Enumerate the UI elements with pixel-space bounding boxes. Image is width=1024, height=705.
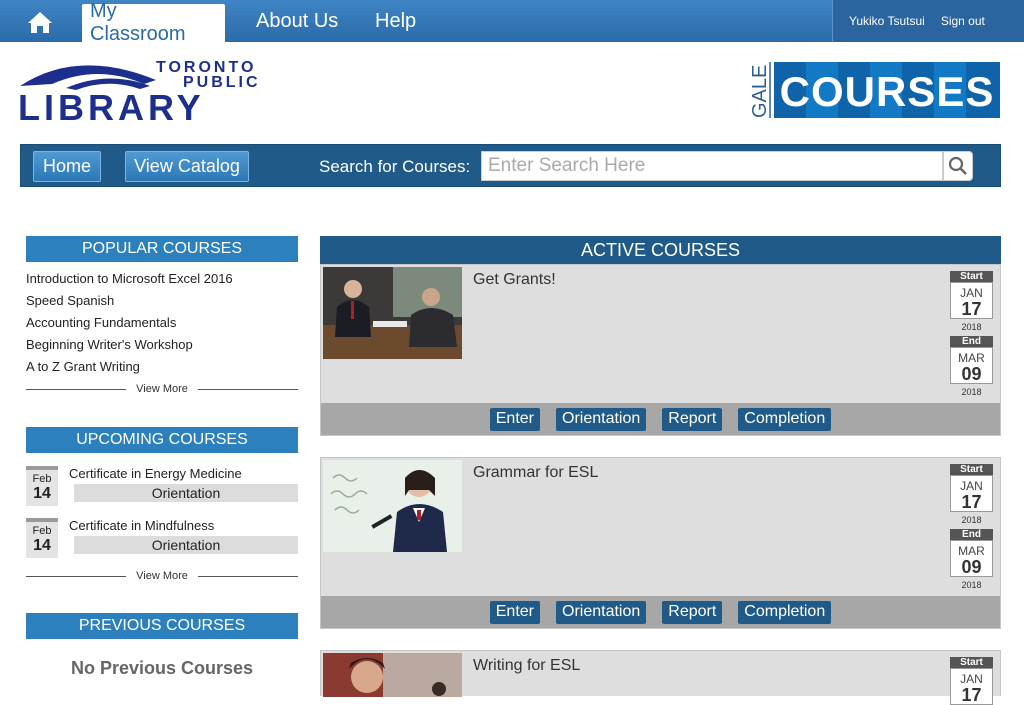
report-button[interactable]: Report — [662, 407, 723, 431]
course-card: Grammar for ESL Start JAN 17 2018 End MAR… — [320, 457, 1001, 629]
no-previous-courses: No Previous Courses — [70, 658, 254, 678]
popular-courses-header: POPULAR COURSES — [26, 236, 298, 262]
search-icon — [948, 156, 967, 175]
course-title[interactable]: Grammar for ESL — [473, 464, 598, 482]
course-thumbnail — [323, 653, 462, 697]
popular-courses-list: Introduction to Microsoft Excel 2016 Spe… — [26, 268, 298, 378]
active-courses-header: ACTIVE COURSES — [320, 236, 1001, 264]
tab-about-us[interactable]: About Us — [248, 0, 346, 42]
upcoming-date: Feb 14 — [26, 518, 58, 558]
course-card: Get Grants! Start JAN 17 2018 End MAR 09 2… — [320, 264, 1001, 436]
home-icon[interactable] — [18, 7, 62, 37]
course-actions: Enter Orientation Report Completion — [321, 596, 1000, 628]
course-navbar: Home View Catalog Search for Courses: — [20, 144, 1001, 187]
logo-text-gale: GALE — [749, 65, 771, 118]
home-button[interactable]: Home — [33, 151, 101, 182]
logo-text-courses: COURSES — [780, 68, 995, 115]
upcoming-item: Feb 14 Certificate in Mindfulness Orient… — [26, 518, 298, 562]
search-label: Search for Courses: — [319, 157, 471, 176]
end-date-box: End MAR 09 2018 — [950, 336, 993, 397]
enter-button[interactable]: Enter — [489, 600, 540, 624]
upcoming-courses-header: UPCOMING COURSES — [26, 427, 298, 453]
view-more-link[interactable]: View More — [126, 383, 198, 395]
start-date-box: Start JAN 17 — [950, 657, 993, 705]
end-date-box: End MAR 09 2018 — [950, 529, 993, 590]
list-item[interactable]: A to Z Grant Writing — [26, 356, 298, 378]
view-more-link[interactable]: View More — [126, 570, 198, 582]
start-date-box: Start JAN 17 2018 — [950, 464, 993, 525]
list-item[interactable]: Accounting Fundamentals — [26, 312, 298, 334]
completion-button[interactable]: Completion — [738, 600, 832, 624]
top-navigation-bar: My Classroom About Us Help Yukiko Tsutsu… — [0, 0, 1024, 45]
tab-my-classroom[interactable]: My Classroom — [82, 0, 225, 45]
upcoming-view-more: View More — [26, 569, 299, 583]
course-thumbnail — [323, 460, 462, 552]
course-thumbnail — [323, 267, 462, 359]
start-date-box: Start JAN 17 2018 — [950, 271, 993, 332]
orientation-button[interactable]: Orientation — [556, 600, 647, 624]
upcoming-item: Feb 14 Certificate in Energy Medicine Or… — [26, 466, 298, 510]
orientation-button[interactable]: Orientation — [74, 536, 298, 554]
report-button[interactable]: Report — [662, 600, 723, 624]
upcoming-date: Feb 14 — [26, 466, 58, 506]
view-catalog-button[interactable]: View Catalog — [125, 151, 249, 182]
sign-out-link[interactable]: Sign out — [941, 14, 985, 28]
completion-button[interactable]: Completion — [738, 407, 832, 431]
enter-button[interactable]: Enter — [489, 407, 540, 431]
search-button[interactable] — [943, 151, 973, 181]
previous-courses-header: PREVIOUS COURSES — [26, 613, 298, 639]
orientation-button[interactable]: Orientation — [556, 407, 647, 431]
logo-text-library: LIBRARY — [18, 87, 205, 122]
course-title[interactable]: Writing for ESL — [473, 657, 580, 675]
course-card: Writing for ESL Start JAN 17 — [320, 650, 1001, 705]
list-item[interactable]: Introduction to Microsoft Excel 2016 — [26, 268, 298, 290]
course-title[interactable]: Get Grants! — [473, 271, 556, 289]
gale-courses-logo: GALE COURSES — [749, 62, 1000, 118]
upcoming-title[interactable]: Certificate in Mindfulness — [69, 518, 214, 533]
upcoming-title[interactable]: Certificate in Energy Medicine — [69, 466, 242, 481]
tab-help[interactable]: Help — [367, 0, 424, 42]
popular-view-more: View More — [26, 382, 299, 396]
list-item[interactable]: Beginning Writer's Workshop — [26, 334, 298, 356]
orientation-button[interactable]: Orientation — [74, 484, 298, 502]
list-item[interactable]: Speed Spanish — [26, 290, 298, 312]
search-input[interactable] — [481, 151, 943, 181]
user-bar: Yukiko Tsutsui Sign out — [832, 0, 1024, 42]
user-name: Yukiko Tsutsui — [849, 14, 925, 28]
course-actions: Enter Orientation Report Completion — [321, 403, 1000, 435]
toronto-public-library-logo: TORONTO PUBLIC LIBRARY — [18, 59, 258, 122]
